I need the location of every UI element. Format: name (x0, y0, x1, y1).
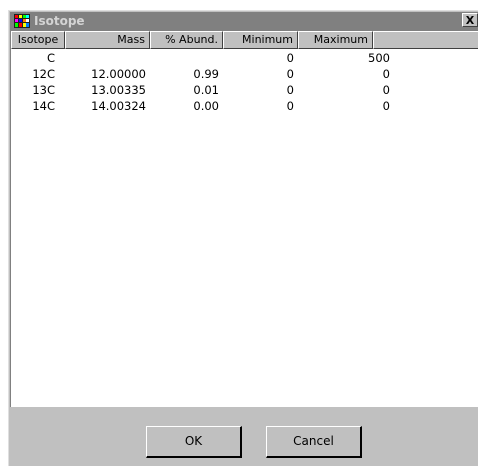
button-bar: OK Cancel (9, 407, 478, 466)
column-header-isotope[interactable]: Isotope (11, 31, 65, 49)
cell-mass: 13.00335 (91, 83, 146, 97)
cell-mass: 12.00000 (91, 67, 146, 81)
cell-maximum: 0 (382, 67, 390, 81)
cell-abund (150, 50, 219, 66)
cell-mass (65, 50, 146, 66)
cell-minimum: 0 (286, 67, 294, 81)
cell-isotope: 14C (32, 99, 55, 113)
cell-isotope: C (46, 51, 55, 65)
ok-button[interactable]: OK (146, 426, 242, 458)
window-title: Isotope (34, 14, 85, 28)
cell-mass: 14.00324 (91, 99, 146, 113)
cell-minimum: 0 (286, 99, 294, 113)
isotope-list[interactable]: Isotope Mass % Abund. Minimum Maximum C … (10, 30, 478, 407)
column-header-minimum[interactable]: Minimum (223, 31, 298, 49)
table-row[interactable]: 13C 13.00335 0.01 0 0 (11, 82, 478, 98)
column-header-filler (373, 31, 478, 49)
cell-abund: 0.01 (193, 83, 219, 97)
cell-minimum: 0 (286, 83, 294, 97)
cell-abund: 0.00 (193, 99, 219, 113)
isotope-app-icon (14, 14, 30, 28)
cancel-button[interactable]: Cancel (266, 426, 362, 458)
cell-maximum: 0 (382, 99, 390, 113)
cell-isotope: 13C (32, 83, 55, 97)
cell-minimum: 0 (286, 51, 294, 65)
cell-isotope: 12C (32, 67, 55, 81)
table-row[interactable]: C 0 500 (11, 50, 478, 66)
column-header-maximum[interactable]: Maximum (298, 31, 373, 49)
table-row[interactable]: 14C 14.00324 0.00 0 0 (11, 98, 478, 114)
cell-maximum: 500 (368, 51, 390, 65)
title-bar[interactable]: Isotope X (10, 12, 478, 30)
cell-maximum: 0 (382, 83, 390, 97)
list-header: Isotope Mass % Abund. Minimum Maximum (11, 31, 478, 49)
close-icon[interactable]: X (462, 13, 478, 27)
table-row[interactable]: 12C 12.00000 0.99 0 0 (11, 66, 478, 82)
isotope-dialog: Isotope X Isotope Mass % Abund. Minimum … (8, 10, 478, 466)
column-header-abund[interactable]: % Abund. (150, 31, 223, 49)
column-header-mass[interactable]: Mass (65, 31, 150, 49)
cell-abund: 0.99 (193, 67, 219, 81)
